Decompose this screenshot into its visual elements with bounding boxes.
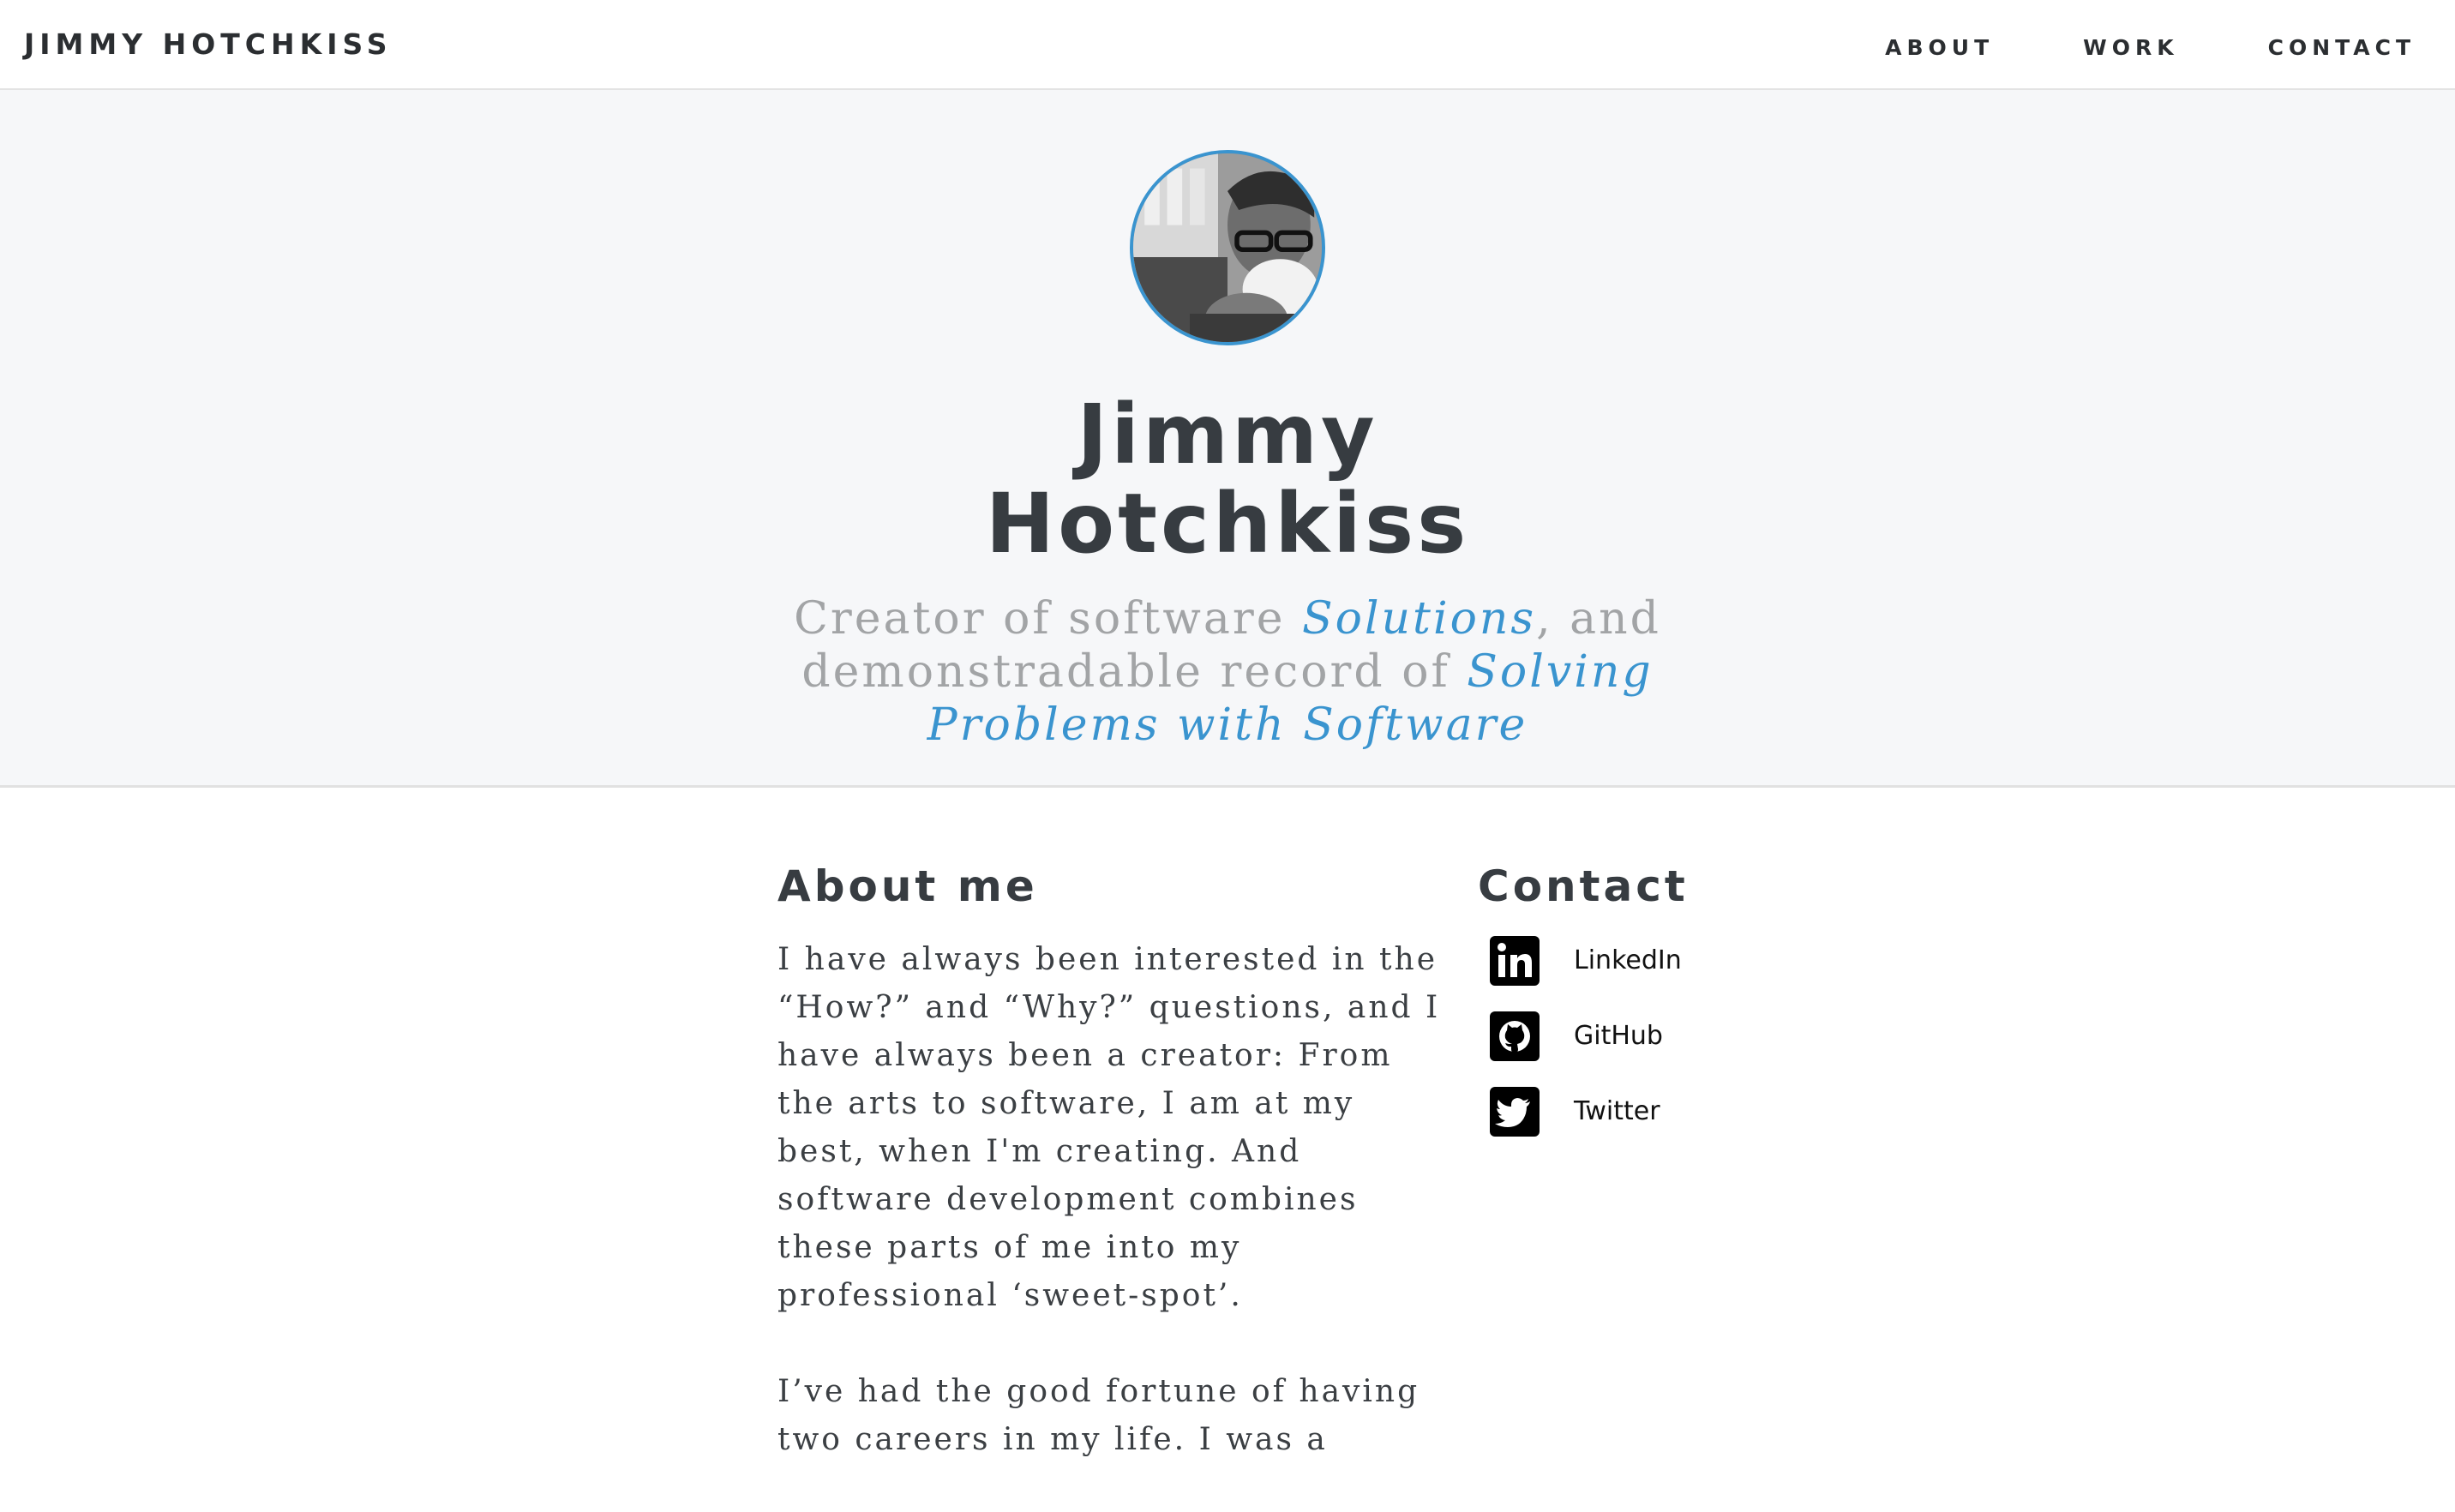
twitter-icon: [1490, 1087, 1540, 1137]
github-icon: [1490, 1011, 1540, 1061]
contact-link-linkedin[interactable]: LinkedIn: [1478, 936, 1821, 986]
contact-list: LinkedIn GitHub Twitter: [1478, 936, 1821, 1137]
avatar: [1130, 150, 1325, 345]
nav-link-about[interactable]: ABOUT: [1885, 29, 1994, 67]
hero-name: Jimmy Hotchkiss: [885, 390, 1570, 568]
contact-link-twitter[interactable]: Twitter: [1478, 1087, 1821, 1137]
linkedin-icon: [1490, 936, 1540, 986]
hero-name-first: Jimmy: [1077, 387, 1378, 483]
tagline-highlight-solutions: Solutions: [1302, 593, 1537, 645]
hero-name-last: Hotchkiss: [985, 476, 1470, 572]
contact-label-github: GitHub: [1574, 1021, 1663, 1051]
nav-link-work[interactable]: WORK: [2083, 29, 2178, 67]
tagline-text-1: Creator of software: [794, 593, 1302, 645]
site-brand[interactable]: JIMMY HOTCHKISS: [24, 24, 393, 65]
nav-links: ABOUT WORK CONTACT: [1885, 29, 2416, 67]
nav-link-contact[interactable]: CONTACT: [2268, 29, 2416, 67]
about-paragraph-1: I have always been interested in the “Ho…: [777, 942, 1441, 1313]
about-title: About me: [777, 861, 1038, 911]
about-paragraph-2: I’ve had the good fortune of having two …: [777, 1374, 1420, 1457]
about-section: About me I have always been interested i…: [777, 854, 1446, 1512]
top-navbar: JIMMY HOTCHKISS ABOUT WORK CONTACT: [0, 0, 2455, 90]
hero-tagline: Creator of software Solutions, and demon…: [713, 592, 1742, 752]
contact-section: Contact LinkedIn GitHub Twitter: [1478, 854, 1821, 1162]
hero-section: Jimmy Hotchkiss Creator of software Solu…: [0, 90, 2455, 788]
contact-label-linkedin: LinkedIn: [1574, 945, 1682, 975]
contact-label-twitter: Twitter: [1574, 1096, 1660, 1126]
contact-title: Contact: [1478, 861, 1689, 911]
contact-link-github[interactable]: GitHub: [1478, 1011, 1821, 1061]
avatar-photo: [1133, 153, 1322, 342]
